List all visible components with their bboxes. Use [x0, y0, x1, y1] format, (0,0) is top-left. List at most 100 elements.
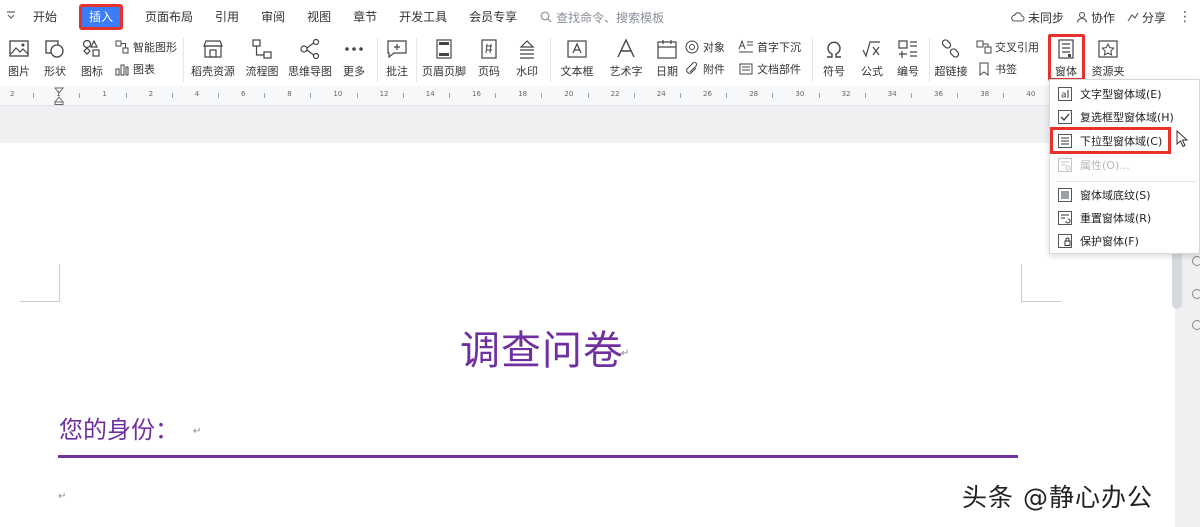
attachment-label: 附件 [703, 63, 725, 76]
tab-developer[interactable]: 开发工具 [388, 0, 458, 34]
reset-icon [1058, 211, 1072, 225]
collapse-icon[interactable] [0, 10, 22, 24]
dropcap-icon [738, 39, 753, 53]
tab-member[interactable]: 会员专享 [458, 0, 528, 34]
watermark-button[interactable]: 水印 [510, 38, 544, 79]
share-icon [1127, 12, 1139, 22]
vertical-scrollbar[interactable] [1172, 249, 1182, 309]
ruler-number: 24 [656, 90, 666, 98]
wordart-button[interactable]: 艺术字 [604, 38, 648, 79]
side-tool-icon[interactable] [1192, 256, 1200, 266]
chart-button[interactable]: 图表 [114, 61, 155, 77]
menu-item-field-shading[interactable]: 窗体域底纹(S) [1050, 184, 1200, 206]
crossref-button[interactable]: 交叉引用 [976, 39, 1039, 55]
insert-picture-button[interactable]: 图片 [2, 38, 36, 79]
icons-icon [82, 39, 100, 57]
text-field-icon: a [1058, 87, 1072, 101]
resources-folder-button[interactable]: 资源夹 [1088, 38, 1128, 79]
side-tool-icon[interactable] [1192, 289, 1200, 299]
menu-separator [1056, 181, 1196, 182]
tab-review[interactable]: 审阅 [250, 0, 296, 34]
menu-item-label: 保护窗体(F) [1080, 235, 1139, 248]
textbox-button[interactable]: 文本框 [554, 38, 600, 79]
menu-item-properties[interactable]: 属性(O)... [1050, 154, 1200, 176]
menu-item-checkbox-form-field[interactable]: 复选框型窗体域(H) [1050, 106, 1200, 128]
ribbon-divider [183, 38, 184, 82]
command-search[interactable]: 查找命令、搜索模板 [528, 9, 664, 26]
properties-icon [1058, 158, 1072, 172]
tab-page-layout[interactable]: 页面布局 [134, 0, 204, 34]
tab-insert[interactable]: 插入 [68, 0, 134, 34]
daoke-resources-button[interactable]: 稻壳资源 [189, 38, 237, 79]
textbox-label: 文本框 [560, 65, 594, 78]
document-title: 调查问卷 [460, 328, 624, 374]
ruler-number: 20 [564, 90, 574, 98]
ruler-number: 36 [934, 90, 943, 98]
ruler-tick [1003, 93, 1005, 98]
tab-references[interactable]: 引用 [204, 0, 250, 34]
shape-label: 形状 [44, 65, 66, 78]
object-button[interactable]: 对象 [684, 39, 725, 55]
numbering-button[interactable]: 编号 [893, 38, 923, 79]
flowchart-button[interactable]: 流程图 [243, 38, 281, 79]
heading-divider [58, 455, 1018, 458]
tab-chapter[interactable]: 章节 [342, 0, 388, 34]
shading-icon [1058, 188, 1072, 202]
comment-button[interactable]: 批注 [382, 38, 412, 79]
formula-button[interactable]: 公式 [855, 38, 889, 79]
header-footer-button[interactable]: 页眉页脚 [420, 38, 468, 79]
cloud-icon [1011, 12, 1025, 22]
formula-label: 公式 [861, 65, 883, 78]
date-button[interactable]: 日期 [652, 38, 682, 79]
collab-button[interactable]: 协作 [1076, 9, 1115, 26]
ruler-tick [679, 93, 681, 98]
tab-insert-label[interactable]: 插入 [79, 4, 124, 30]
tab-home[interactable]: 开始 [22, 0, 68, 34]
hyperlink-button[interactable]: 超链接 [932, 38, 970, 79]
dropcap-button[interactable]: 首字下沉 [738, 39, 801, 55]
bookmark-button[interactable]: 书签 [976, 61, 1017, 77]
symbol-button[interactable]: 符号 [817, 38, 851, 79]
comment-icon [387, 40, 407, 59]
form-dropdown-menu: a 文字型窗体域(E) 复选框型窗体域(H) 下拉型窗体域(C) 属性(O)..… [1049, 79, 1200, 254]
tab-view[interactable]: 视图 [296, 0, 342, 34]
insert-icon-button[interactable]: 图标 [76, 38, 108, 79]
menu-item-reset-fields[interactable]: 重置窗体域(R) [1050, 207, 1200, 229]
sync-label: 未同步 [1027, 10, 1064, 25]
menu-item-protect-form[interactable]: 保护窗体(F) [1050, 230, 1200, 252]
user-icon [1076, 11, 1088, 23]
more-menu-icon[interactable]: ⋮ [1178, 9, 1192, 25]
ruler-tick [171, 93, 173, 98]
share-button[interactable]: 分享 [1127, 9, 1166, 26]
menu-item-label: 文字型窗体域(E) [1080, 88, 1162, 101]
picture-icon [9, 40, 29, 57]
menu-item-label: 属性(O)... [1080, 159, 1130, 172]
ribbon-toolbar: 图片 形状 图标 智能图形 图表 稻壳资源 流程图 思维导图 更多 批注 页眉页… [0, 34, 1200, 86]
ruler-tick [79, 93, 81, 98]
more-button[interactable]: 更多 [337, 38, 371, 79]
dropcap-label: 首字下沉 [757, 41, 801, 54]
doc-parts-button[interactable]: 文档部件 [738, 61, 801, 77]
paperclip-icon [686, 61, 698, 74]
smart-shape-button[interactable]: 智能图形 [114, 39, 177, 55]
menu-bar: 开始 插入 页面布局 引用 审阅 视图 章节 开发工具 会员专享 查找命令、搜索… [0, 0, 1200, 34]
mindmap-icon [300, 38, 320, 60]
calendar-icon [657, 40, 677, 59]
page-number-label: 页码 [478, 65, 500, 78]
ruler-number: 2 [148, 90, 154, 98]
menu-item-text-form-field[interactable]: a 文字型窗体域(E) [1050, 83, 1200, 105]
attachment-button[interactable]: 附件 [684, 61, 725, 77]
mindmap-button[interactable]: 思维导图 [286, 38, 334, 79]
ruler-tick [726, 93, 728, 98]
numbering-icon [898, 40, 917, 58]
horizontal-ruler[interactable]: 2112468101214161820222426283032343638404… [0, 86, 1200, 106]
insert-shape-button[interactable]: 形状 [38, 38, 72, 79]
symbol-label: 符号 [823, 65, 845, 78]
formula-icon [862, 41, 880, 58]
sync-button[interactable]: 未同步 [1011, 9, 1064, 26]
page-corner-mark [20, 264, 60, 302]
ribbon-divider [550, 38, 551, 82]
wordart-icon [617, 38, 635, 58]
side-tool-icon[interactable] [1192, 320, 1200, 330]
page-number-button[interactable]: 页码 [472, 38, 506, 79]
